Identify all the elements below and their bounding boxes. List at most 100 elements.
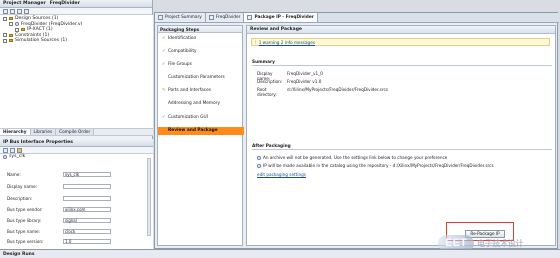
ip-bus-interface-properties: IP Bus Interface Properties sys_clk Name…: [0, 139, 153, 249]
summary-icon: [158, 15, 163, 20]
tab-libraries[interactable]: Libraries: [30, 129, 57, 135]
forward-icon[interactable]: [10, 147, 15, 153]
tab-label: Package IP - FreqDivider: [254, 15, 314, 20]
prop-label: Bus type name:: [7, 228, 41, 234]
description-field[interactable]: [63, 195, 111, 201]
step-addressing-memory[interactable]: Addressing and Memory: [158, 100, 244, 108]
collapse-box-icon[interactable]: [15, 27, 19, 32]
prop-row-bus-type-vendor: Bus type vendor: xilinx.com: [7, 206, 111, 212]
review-and-package-panel: Review and Package ! 1 warning 2 info me…: [246, 25, 556, 246]
prop-row-description: Description:: [7, 195, 111, 201]
after-packaging-row: An archive will not be generated. Use th…: [257, 155, 447, 160]
tab-package-ip[interactable]: Package IP - FreqDivider: [244, 13, 318, 22]
step-customization-parameters[interactable]: Customization Parameters: [158, 74, 244, 82]
messages-link[interactable]: 1 warning 2 info messages: [259, 40, 315, 45]
check-icon: ✓: [162, 115, 166, 120]
interface-name: sys_clk: [9, 154, 26, 159]
info-icon: [257, 155, 261, 160]
prop-label: Display name:: [7, 183, 38, 189]
add-icon[interactable]: [24, 8, 29, 14]
left-panels: Project Manager FreqDivider Design Sourc…: [0, 0, 153, 249]
folder-icon: [9, 17, 13, 21]
interface-icon: [3, 154, 7, 159]
collapse-box-icon[interactable]: [9, 22, 13, 27]
package-icon: [247, 15, 253, 20]
prop-label: Description:: [7, 195, 33, 201]
prop-label: Bus type vendor:: [7, 206, 43, 212]
step-review-package[interactable]: Review and Package: [158, 127, 244, 135]
properties-header: IP Bus Interface Properties: [0, 139, 153, 147]
hierarchy-tabs: Hierarchy Libraries Compile Order: [0, 128, 153, 136]
folder-icon: [9, 33, 13, 37]
after-packaging-text: IP will be made available in the catalog…: [263, 163, 494, 168]
panel-title: Project Manager: [3, 1, 46, 6]
search-icon[interactable]: [3, 8, 8, 14]
step-identification[interactable]: ✓ Identification: [158, 35, 244, 43]
packaging-steps: Packaging Steps ✓ Identification ✓ Compati…: [157, 25, 244, 246]
properties-icon[interactable]: [17, 147, 22, 153]
prop-row-display-name: Display name:: [7, 183, 111, 189]
step-customization-gui[interactable]: ✓ Customization GUI: [158, 114, 244, 122]
tree-label: Simulation Sources (1): [15, 38, 68, 43]
bus-type-name-field[interactable]: clock: [63, 228, 111, 234]
tab-freqdivider[interactable]: FreqDivider: [205, 13, 245, 22]
bus-type-library-field[interactable]: signal: [63, 217, 111, 223]
module-icon: [15, 22, 19, 27]
package-ip-window: Project Summary FreqDivider Package IP -…: [154, 12, 559, 249]
packaging-steps-header: Packaging Steps: [158, 26, 242, 33]
tab-label: Project Summary: [165, 15, 202, 20]
prop-label: Bus type library:: [7, 217, 42, 223]
collapse-box-icon[interactable]: [3, 33, 7, 38]
prop-row-bus-type-name: Bus type name: clock: [7, 228, 111, 234]
summary-value: FreqDivider v1.0: [287, 79, 322, 84]
collapse-box-icon[interactable]: [3, 16, 7, 21]
prop-label: Bus type version:: [7, 238, 44, 244]
step-ports-interfaces[interactable]: ✎ Ports and Interfaces: [158, 87, 244, 95]
edit-packaging-settings-link[interactable]: edit packaging settings: [257, 172, 306, 177]
step-label: File Groups: [168, 62, 192, 67]
back-icon[interactable]: [3, 147, 8, 153]
collapse-box-icon[interactable]: [3, 38, 7, 43]
summary-value: d:/Xilinx/MyProjects/FreqDivider/FreqDiv…: [287, 87, 388, 92]
step-label: Identification: [168, 36, 197, 41]
prop-label: Name:: [7, 171, 21, 177]
collapse-icon[interactable]: [10, 8, 15, 14]
tab-compile-order[interactable]: Compile Order: [56, 129, 95, 135]
check-icon: ✓: [162, 49, 166, 54]
summary-key: Description:: [257, 79, 283, 84]
properties-scrollbar[interactable]: [147, 158, 151, 236]
summary-key: Root directory:: [257, 87, 277, 97]
project-tree: Design Sources (1) FreqDivider (FreqDivi…: [0, 15, 153, 131]
step-label: Review and Package: [168, 128, 218, 133]
interface-item: sys_clk: [0, 154, 153, 160]
summary-row-root-directory: Root directory: d:/Xilinx/MyProjects/Fre…: [257, 87, 388, 97]
watermark-text: 电子技术设计: [477, 238, 524, 248]
warning-icon: !: [255, 39, 257, 45]
project-manager-header: Project Manager FreqDivider: [0, 0, 152, 8]
document-tabs: Project Summary FreqDivider Package IP -…: [155, 13, 559, 23]
prop-row-bus-type-library: Bus type library: signal: [7, 217, 111, 223]
info-icon: [257, 163, 261, 168]
folder-icon: [9, 39, 13, 43]
step-label: Customization Parameters: [168, 75, 225, 80]
expand-icon[interactable]: [17, 8, 22, 14]
check-icon: ✓: [162, 62, 166, 67]
messages-bar[interactable]: ! 1 warning 2 info messages: [251, 38, 550, 46]
tree-item-simulation-sources[interactable]: Simulation Sources (1): [3, 38, 150, 44]
step-compatibility[interactable]: ✓ Compatibility: [158, 48, 244, 56]
bus-type-version-field[interactable]: 1.0: [63, 238, 111, 244]
summary-divider: [252, 65, 552, 66]
step-file-groups[interactable]: ✓ File Groups: [158, 61, 244, 69]
bus-type-vendor-field[interactable]: xilinx.com: [63, 206, 111, 212]
review-title: Review and Package: [247, 26, 555, 34]
project-toolbar: [0, 8, 152, 15]
tab-hierarchy[interactable]: Hierarchy: [0, 129, 31, 135]
prop-row-name: Name: sys_clk: [7, 171, 111, 177]
step-label: Ports and Interfaces: [168, 88, 212, 93]
name-field[interactable]: sys_clk: [63, 171, 111, 177]
summary-row-description: Description: FreqDivider v1.0: [257, 79, 321, 84]
file-icon: [208, 15, 214, 20]
design-runs-bar[interactable]: Design Runs: [0, 249, 560, 258]
tab-project-summary[interactable]: Project Summary: [155, 13, 206, 22]
display-name-field[interactable]: [63, 183, 111, 189]
